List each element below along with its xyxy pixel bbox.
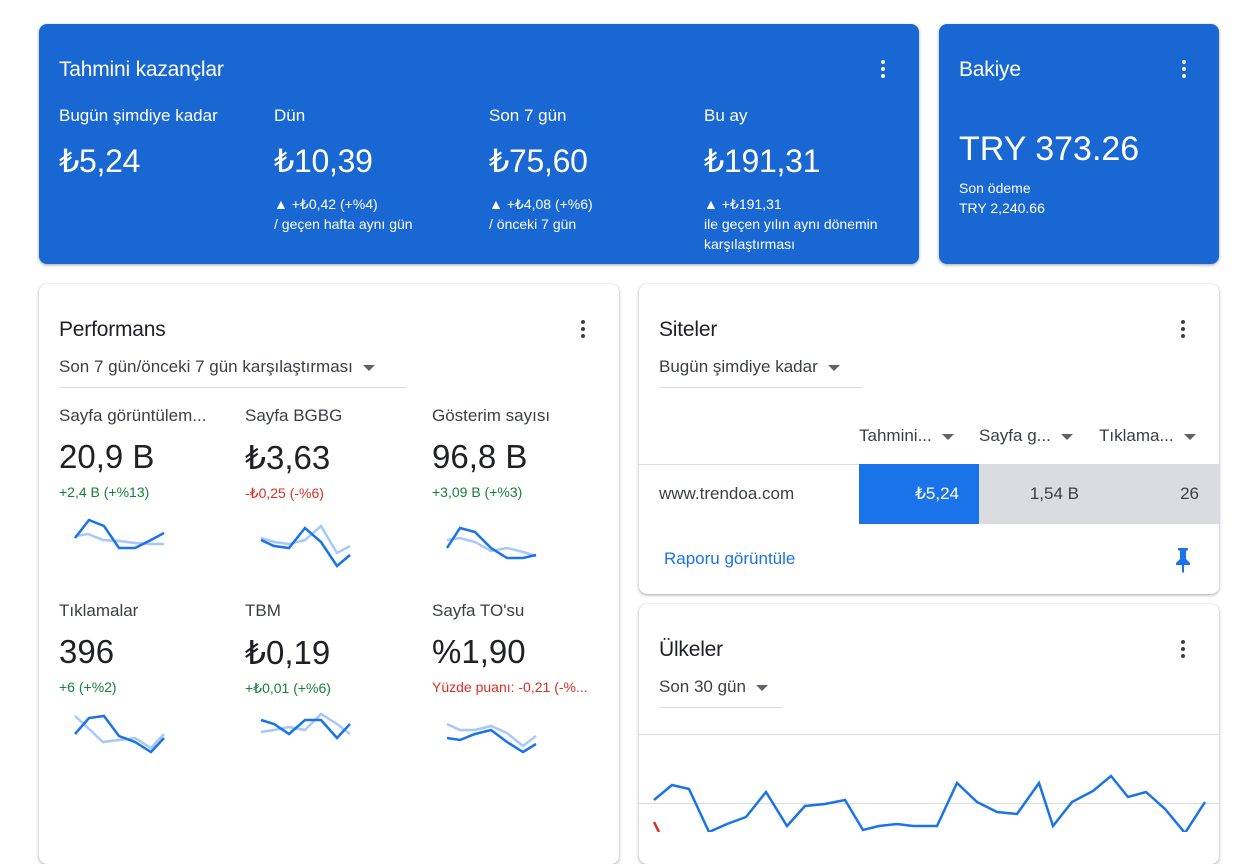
sites-card: Siteler Bugün şimdiye kadar Tahmini... S… xyxy=(639,284,1219,594)
more-vert-icon[interactable] xyxy=(1171,637,1195,661)
kpi-this-month[interactable]: Bu ay ₺191,31 ▲ +₺191,31 ile geçen yılın… xyxy=(704,106,899,254)
metric-page-ctr[interactable]: Sayfa TO'su %1,90 Yüzde puanı: -0,21 (-%… xyxy=(432,601,604,695)
more-vert-icon[interactable] xyxy=(1172,57,1196,81)
metric-change: +6 (+%2) xyxy=(59,679,117,695)
column-header-earnings[interactable]: Tahmini... xyxy=(859,426,954,446)
sparkline-page-rpm xyxy=(260,524,351,568)
performance-period-dropdown[interactable]: Son 7 gün/önceki 7 gün karşılaştırması xyxy=(59,357,407,388)
kpi-value: ₺75,60 xyxy=(489,143,588,179)
table-row[interactable]: www.trendoa.com ₺5,24 1,54 B 26 xyxy=(639,464,1219,524)
metric-label: Tıklamalar xyxy=(59,601,139,620)
chevron-down-icon xyxy=(755,684,768,691)
earnings-title: Tahmini kazançlar xyxy=(59,58,224,81)
metric-clicks[interactable]: Tıklamalar 396 +6 (+%2) xyxy=(59,601,239,695)
kpi-label: Bu ay xyxy=(704,106,748,125)
kpi-change: ▲ +₺191,31 xyxy=(704,196,782,212)
last-payment-value: TRY 2,240.66 xyxy=(959,200,1045,216)
kpi-label: Bugün şimdiye kadar xyxy=(59,106,218,125)
metric-cpc[interactable]: TBM ₺0,19 +₺0,01 (+%6) xyxy=(245,601,425,697)
sparkline-pageviews xyxy=(74,518,165,550)
kpi-label: Dün xyxy=(274,106,306,125)
kpi-value: ₺191,31 xyxy=(704,143,821,179)
metric-change: -₺0,25 (-%6) xyxy=(245,485,324,501)
cell-earnings: ₺5,24 xyxy=(859,464,979,524)
kpi-last-7-days[interactable]: Son 7 gün ₺75,60 ▲ +₺4,08 (+%6) / önceki… xyxy=(489,106,694,234)
site-name: www.trendoa.com xyxy=(659,484,795,503)
countries-title: Ülkeler xyxy=(659,638,723,661)
sites-title: Siteler xyxy=(659,318,718,341)
column-label: Sayfa g... xyxy=(979,426,1051,445)
countries-trend-line xyxy=(652,774,1207,832)
metric-impressions[interactable]: Gösterim sayısı 96,8 B +3,09 B (+%3) xyxy=(432,406,612,500)
more-vert-icon[interactable] xyxy=(871,57,895,81)
kpi-value: ₺10,39 xyxy=(274,143,373,179)
column-label: Tıklama... xyxy=(1099,426,1174,445)
performance-card: Performans Son 7 gün/önceki 7 gün karşıl… xyxy=(39,284,619,864)
metric-change: Yüzde puanı: -0,21 (-%... xyxy=(432,679,588,695)
cell-value: 26 xyxy=(1180,484,1199,503)
sites-period-dropdown[interactable]: Bugün şimdiye kadar xyxy=(659,357,863,388)
kpi-label: Son 7 gün xyxy=(489,106,567,125)
metric-value: ₺3,63 xyxy=(245,439,331,476)
cell-pageviews: 1,54 B 26 xyxy=(979,464,1219,524)
countries-period-dropdown[interactable]: Son 30 gün xyxy=(659,677,783,708)
kpi-value: ₺5,24 xyxy=(59,143,141,179)
kpi-change: ▲ +₺4,08 (+%6) xyxy=(489,196,593,212)
metric-value: 396 xyxy=(59,633,115,670)
metric-value: 20,9 B xyxy=(59,438,155,475)
last-payment-label: Son ödeme xyxy=(959,180,1031,196)
earnings-card: Tahmini kazançlar Bugün şimdiye kadar ₺5… xyxy=(39,24,919,264)
chevron-down-icon xyxy=(1060,433,1073,440)
kpi-change: ▲ +₺0,42 (+%4) xyxy=(274,196,378,212)
metric-change: +₺0,01 (+%6) xyxy=(245,680,331,696)
column-header-pageviews[interactable]: Sayfa g... xyxy=(979,426,1073,446)
dropdown-value: Son 30 gün xyxy=(659,677,746,696)
cell-value: 1,54 B xyxy=(1029,484,1079,503)
chevron-down-icon xyxy=(941,433,954,440)
sparkline-impressions xyxy=(445,526,537,560)
kpi-compare: ile geçen yılın aynı dönemin karşılaştır… xyxy=(704,216,878,252)
chevron-down-icon xyxy=(362,364,375,371)
metric-page-rpm[interactable]: Sayfa BGBG ₺3,63 -₺0,25 (-%6) xyxy=(245,406,425,502)
metric-value: %1,90 xyxy=(432,633,526,670)
more-vert-icon[interactable] xyxy=(1171,317,1195,341)
metric-value: ₺0,19 xyxy=(245,634,331,671)
metric-pageviews[interactable]: Sayfa görüntülem... 20,9 B +2,4 B (+%13) xyxy=(59,406,239,500)
sparkline-cpc xyxy=(260,712,351,740)
countries-card: Ülkeler Son 30 gün xyxy=(639,604,1219,864)
kpi-today[interactable]: Bugün şimdiye kadar ₺5,24 xyxy=(59,106,264,180)
chevron-down-icon xyxy=(1183,433,1196,440)
dropdown-value: Son 7 gün/önceki 7 gün karşılaştırması xyxy=(59,357,353,376)
balance-title: Bakiye xyxy=(959,58,1021,81)
balance-amount: TRY 373.26 xyxy=(959,130,1140,168)
kpi-compare: / önceki 7 gün xyxy=(489,216,577,232)
metric-change: +3,09 B (+%3) xyxy=(432,484,523,500)
performance-title: Performans xyxy=(59,318,166,341)
more-vert-icon[interactable] xyxy=(571,317,595,341)
balance-card: Bakiye TRY 373.26 Son ödeme TRY 2,240.66 xyxy=(939,24,1219,264)
sparkline-clicks xyxy=(74,714,165,754)
chart-gridline xyxy=(639,734,1219,735)
kpi-compare: / geçen hafta aynı gün xyxy=(274,216,413,232)
metric-change: +2,4 B (+%13) xyxy=(59,484,150,500)
chevron-down-icon xyxy=(827,364,840,371)
kpi-yesterday[interactable]: Dün ₺10,39 ▲ +₺0,42 (+%4) / geçen hafta … xyxy=(274,106,479,234)
cell-value: ₺5,24 xyxy=(915,484,959,503)
column-label: Tahmini... xyxy=(859,426,932,445)
metric-label: Gösterim sayısı xyxy=(432,406,551,425)
metric-label: Sayfa BGBG xyxy=(245,406,343,425)
pin-icon[interactable] xyxy=(1173,547,1193,573)
metric-label: TBM xyxy=(245,601,281,620)
metric-label: Sayfa görüntülem... xyxy=(59,406,207,425)
view-report-link[interactable]: Raporu görüntüle xyxy=(664,549,795,569)
column-header-clicks[interactable]: Tıklama... xyxy=(1099,426,1196,446)
sparkline-page-ctr xyxy=(446,722,537,754)
metric-value: 96,8 B xyxy=(432,438,528,475)
dropdown-value: Bugün şimdiye kadar xyxy=(659,357,818,376)
metric-label: Sayfa TO'su xyxy=(432,601,525,620)
